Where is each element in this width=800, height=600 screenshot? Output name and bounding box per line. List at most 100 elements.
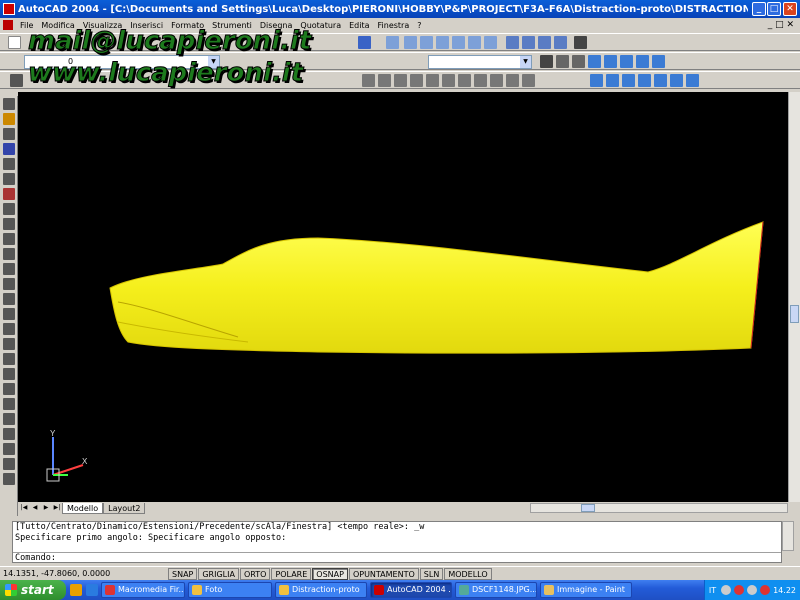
view-icon-4[interactable] — [436, 36, 449, 49]
ucs-icon-6[interactable] — [620, 55, 633, 68]
close-button[interactable]: ✕ — [783, 2, 797, 16]
view-icon-5[interactable] — [452, 36, 465, 49]
firefox-quicklaunch-icon[interactable] — [70, 584, 82, 596]
tray-icon-2[interactable] — [734, 585, 745, 595]
move-icon[interactable] — [362, 74, 375, 87]
ucs-icon-3[interactable] — [572, 55, 585, 68]
copy-icon[interactable] — [3, 338, 15, 350]
language-indicator[interactable]: IT — [709, 586, 716, 595]
menu-help[interactable]: ? — [413, 21, 425, 30]
region-icon[interactable] — [3, 278, 15, 290]
last-tab-button[interactable]: ▶| — [52, 503, 62, 513]
ucs-icon-2[interactable] — [556, 55, 569, 68]
tray-icon-4[interactable] — [760, 585, 771, 595]
break-icon[interactable] — [474, 74, 487, 87]
osnap-toggle[interactable]: OSNAP — [312, 567, 348, 580]
offset-icon[interactable] — [3, 368, 15, 380]
horizontal-scrollbar[interactable] — [530, 503, 788, 513]
block-icon[interactable] — [3, 233, 15, 245]
trim-icon[interactable] — [442, 74, 455, 87]
point-icon[interactable] — [3, 248, 15, 260]
autocad-app-icon[interactable] — [3, 3, 15, 15]
erase-icon[interactable] — [3, 323, 15, 335]
model-viewport[interactable]: Y X — [18, 92, 788, 502]
ucs-icon-1[interactable] — [540, 55, 553, 68]
scale-tool-icon[interactable] — [3, 428, 15, 440]
task-dscf1148[interactable]: DSCF1148.JPG... — [455, 582, 537, 598]
maximize-button[interactable]: □ — [767, 2, 781, 16]
polyline-icon[interactable] — [3, 128, 15, 140]
shade-icon-6[interactable] — [670, 74, 683, 87]
extend-icon[interactable] — [458, 74, 471, 87]
ucs-icon-8[interactable] — [652, 55, 665, 68]
explode-icon[interactable] — [522, 74, 535, 87]
tray-icon-3[interactable] — [747, 585, 758, 595]
vertical-scrollbar[interactable] — [788, 92, 800, 502]
menu-edita[interactable]: Edita — [345, 21, 373, 30]
construction-line-icon[interactable] — [3, 113, 15, 125]
shade-icon-3[interactable] — [622, 74, 635, 87]
stretch-icon[interactable] — [426, 74, 439, 87]
properties-combo[interactable]: ▼ — [428, 55, 532, 69]
shade-icon-1[interactable] — [590, 74, 603, 87]
extend-tool-icon[interactable] — [3, 473, 15, 485]
iso-view-icon-4[interactable] — [554, 36, 567, 49]
task-paint[interactable]: Immagine - Paint — [540, 582, 632, 598]
crosshair-icon[interactable] — [378, 74, 391, 87]
ucs-icon-4[interactable] — [588, 55, 601, 68]
chevron-down-icon[interactable]: ▼ — [520, 56, 531, 68]
snap-toggle[interactable]: SNAP — [168, 567, 198, 580]
chamfer-icon[interactable] — [490, 74, 503, 87]
prev-tab-button[interactable]: ◀ — [30, 503, 40, 513]
shade-icon-2[interactable] — [606, 74, 619, 87]
spline-icon[interactable] — [3, 203, 15, 215]
task-distraction-proto[interactable]: Distraction-proto — [275, 582, 367, 598]
document-icon[interactable] — [3, 20, 13, 30]
polar-toggle[interactable]: POLARE — [271, 567, 312, 580]
hatch-icon[interactable] — [3, 263, 15, 275]
rectangle-icon[interactable] — [3, 158, 15, 170]
new-file-icon[interactable] — [8, 36, 21, 49]
menu-finestra[interactable]: Finestra — [374, 21, 414, 30]
fillet-icon[interactable] — [506, 74, 519, 87]
minimize-button[interactable]: _ — [752, 2, 766, 16]
move-tool-icon[interactable] — [3, 398, 15, 410]
command-scrollbar[interactable] — [782, 521, 794, 551]
grid-toggle[interactable]: GRIGLIA — [198, 567, 239, 580]
task-autocad[interactable]: AutoCAD 2004 ... — [370, 582, 452, 598]
ie-quicklaunch-icon[interactable] — [86, 584, 98, 596]
shade-icon-5[interactable] — [654, 74, 667, 87]
task-foto[interactable]: Foto — [188, 582, 272, 598]
iso-view-icon-3[interactable] — [538, 36, 551, 49]
circle-icon[interactable] — [3, 188, 15, 200]
clock[interactable]: 14.22 — [773, 586, 796, 595]
ucs-icon-7[interactable] — [636, 55, 649, 68]
view-icon-7[interactable] — [484, 36, 497, 49]
view-icon-3[interactable] — [420, 36, 433, 49]
ortho-toggle[interactable]: ORTO — [239, 567, 271, 580]
task-macromedia[interactable]: Macromedia Fir... — [101, 582, 185, 598]
start-button[interactable]: start — [0, 580, 66, 600]
rotate-icon[interactable] — [394, 74, 407, 87]
ellipse-icon[interactable] — [3, 218, 15, 230]
tab-modello[interactable]: Modello — [62, 502, 104, 514]
array-icon[interactable] — [3, 383, 15, 395]
rotate-tool-icon[interactable] — [3, 413, 15, 425]
mirror-icon[interactable] — [3, 353, 15, 365]
view-icon-1[interactable] — [386, 36, 399, 49]
mtext-icon[interactable] — [3, 308, 15, 320]
table-icon[interactable] — [3, 293, 15, 305]
otrack-toggle[interactable]: OPUNTAMENTO — [348, 567, 419, 580]
horizontal-scroll-thumb[interactable] — [581, 504, 595, 512]
scale-icon[interactable] — [410, 74, 423, 87]
polygon-icon[interactable] — [3, 143, 15, 155]
first-tab-button[interactable]: |◀ — [19, 503, 29, 513]
command-window[interactable]: [Tutto/Centrato/Dinamico/Estensioni/Prec… — [12, 521, 782, 563]
doc-window-controls[interactable]: _ □ ✕ — [768, 20, 794, 30]
tray-icon-1[interactable] — [721, 585, 732, 595]
help-icon[interactable] — [358, 36, 371, 49]
stretch-tool-icon[interactable] — [3, 443, 15, 455]
tab-layout2[interactable]: Layout2 — [103, 502, 146, 514]
shade-icon-7[interactable] — [686, 74, 699, 87]
arc-icon[interactable] — [3, 173, 15, 185]
